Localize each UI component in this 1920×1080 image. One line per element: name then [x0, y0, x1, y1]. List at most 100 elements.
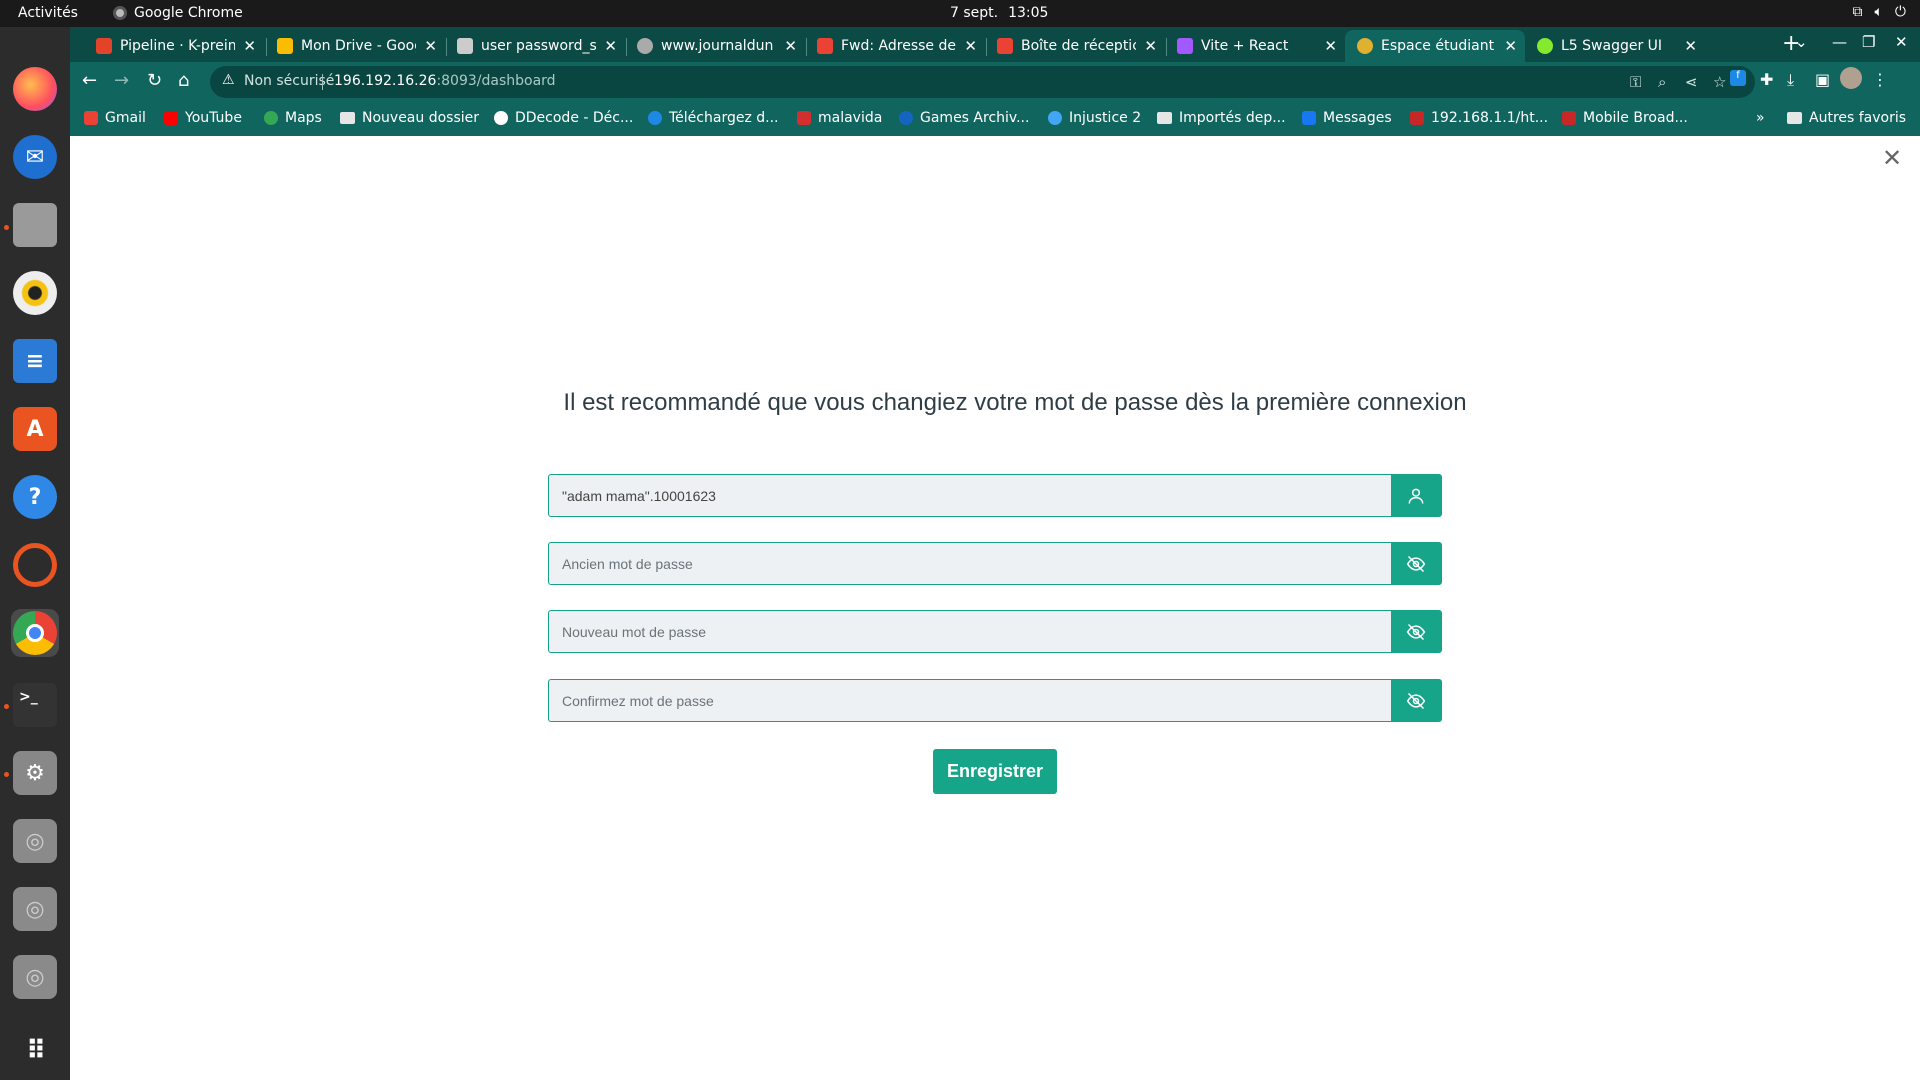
- huawei-icon: [1562, 111, 1576, 125]
- eye-off-icon[interactable]: [1391, 680, 1441, 721]
- bookmark-mobile-broadband[interactable]: Mobile Broad...: [1562, 110, 1688, 126]
- username-input[interactable]: [549, 475, 1391, 516]
- chrome-launcher[interactable]: [11, 609, 59, 657]
- ubuntu-launcher[interactable]: [11, 541, 59, 589]
- terminal-launcher[interactable]: >_: [11, 681, 59, 729]
- confirm-password-input[interactable]: [549, 680, 1391, 721]
- security-label[interactable]: Non sécurisé: [244, 73, 334, 89]
- help-launcher[interactable]: ?: [11, 473, 59, 521]
- bookmark-malavida[interactable]: malavida: [797, 110, 882, 126]
- tab-vite-react[interactable]: Vite + React ✕: [1165, 30, 1345, 62]
- bookmarks-overflow[interactable]: »: [1756, 110, 1765, 126]
- back-button[interactable]: ←: [82, 70, 97, 91]
- bookmark-importes[interactable]: Importés dep...: [1157, 110, 1286, 126]
- app-menu[interactable]: Google Chrome: [113, 5, 243, 21]
- bookmark-injustice[interactable]: Injustice 2: [1048, 110, 1141, 126]
- tab-boite-reception[interactable]: Boîte de réceptic ✕: [985, 30, 1165, 62]
- address-bar[interactable]: ⚠ Non sécurisé 196.192.16.26:8093/dashbo…: [210, 66, 1755, 98]
- bookmark-maps[interactable]: Maps: [264, 110, 322, 126]
- gmail-icon: [817, 38, 833, 54]
- bookmark-telechargez[interactable]: Téléchargez d...: [648, 110, 778, 126]
- extension-icon[interactable]: f: [1730, 70, 1746, 86]
- disk-launcher-2[interactable]: ◎: [11, 885, 59, 933]
- writer-launcher[interactable]: ≡: [11, 337, 59, 385]
- old-password-input[interactable]: [549, 543, 1391, 584]
- bookmark-messages[interactable]: Messages: [1302, 110, 1392, 126]
- tab-title: www.journaldun: [661, 38, 774, 54]
- close-icon[interactable]: ✕: [424, 37, 437, 55]
- close-icon[interactable]: ✕: [1144, 37, 1157, 55]
- close-window-button[interactable]: ✕: [1895, 33, 1908, 51]
- thunderbird-launcher[interactable]: ✉: [11, 133, 59, 181]
- firefox-launcher[interactable]: [11, 65, 59, 113]
- tab-fwd-adresse[interactable]: Fwd: Adresse de ✕: [805, 30, 985, 62]
- files-launcher[interactable]: [11, 201, 59, 249]
- menu-icon[interactable]: ⋮: [1872, 70, 1888, 89]
- tab-swagger[interactable]: L5 Swagger UI ✕: [1525, 30, 1705, 62]
- tab-user-password[interactable]: user password_s ✕: [445, 30, 625, 62]
- malavida-icon: [797, 111, 811, 125]
- warning-icon[interactable]: ⚠: [222, 72, 235, 88]
- key-icon[interactable]: ⚿: [1630, 73, 1641, 91]
- avatar[interactable]: [1840, 67, 1862, 89]
- bookmark-label: 192.168.1.1/ht...: [1431, 110, 1549, 126]
- tab-title: Mon Drive - Goog: [301, 38, 417, 54]
- bookmark-games-archive[interactable]: Games Archiv...: [899, 110, 1029, 126]
- close-icon[interactable]: ✕: [784, 37, 797, 55]
- bookmark-label: Maps: [285, 110, 322, 126]
- system-tray[interactable]: ⧉ 🔈︎ ⏻: [1853, 4, 1906, 20]
- disk-launcher-3[interactable]: ◎: [11, 953, 59, 1001]
- new-password-input[interactable]: [549, 611, 1391, 652]
- ddecode-icon: [494, 111, 508, 125]
- software-launcher[interactable]: A: [11, 405, 59, 453]
- tab-journaldunet[interactable]: www.journaldun ✕: [625, 30, 805, 62]
- puzzle-icon[interactable]: ✚: [1760, 70, 1773, 89]
- globe-icon: [637, 38, 653, 54]
- bookmark-gmail[interactable]: Gmail: [84, 110, 146, 126]
- close-icon[interactable]: ✕: [604, 37, 617, 55]
- reload-button[interactable]: ↻: [147, 70, 162, 91]
- eye-off-icon[interactable]: [1391, 543, 1441, 584]
- close-icon[interactable]: ✕: [964, 37, 977, 55]
- close-icon[interactable]: ✕: [1324, 37, 1337, 55]
- clock[interactable]: 7 sept. 13:05: [950, 5, 1048, 21]
- download-icon[interactable]: ⤓: [1787, 70, 1794, 90]
- rhythmbox-launcher[interactable]: [11, 269, 59, 317]
- side-panel-icon[interactable]: ▣: [1815, 70, 1830, 89]
- school-icon: [1357, 38, 1373, 54]
- tab-pipeline[interactable]: Pipeline · K-prein ✕: [84, 30, 264, 62]
- folder-icon: [340, 112, 355, 124]
- tab-drive[interactable]: Mon Drive - Goog ✕: [265, 30, 445, 62]
- disk-icon: ◎: [13, 887, 57, 931]
- activities-button[interactable]: Activités: [18, 5, 78, 21]
- other-bookmarks[interactable]: Autres favoris: [1787, 110, 1906, 126]
- disk-launcher-1[interactable]: ◎: [11, 817, 59, 865]
- bookmark-nouveau-dossier[interactable]: Nouveau dossier: [340, 110, 479, 126]
- close-icon[interactable]: ✕: [1504, 37, 1517, 55]
- zoom-icon[interactable]: ⌕: [1658, 73, 1666, 91]
- show-apps-button[interactable]: ⠿: [11, 1027, 59, 1075]
- close-icon[interactable]: ✕: [1882, 144, 1902, 172]
- help-icon: ?: [13, 475, 57, 519]
- share-icon[interactable]: ⋖: [1685, 73, 1698, 91]
- tab-search-button[interactable]: ⌄: [1795, 33, 1808, 51]
- home-button[interactable]: ⌂: [178, 70, 189, 91]
- gear-icon: ⚙: [13, 751, 57, 795]
- doc-icon: [457, 38, 473, 54]
- star-icon[interactable]: ☆: [1713, 73, 1726, 91]
- tab-title: L5 Swagger UI: [1561, 38, 1663, 54]
- forward-button[interactable]: →: [114, 70, 129, 91]
- tab-espace-etudiant[interactable]: Espace étudiant ✕: [1345, 30, 1525, 62]
- vite-icon: [1177, 38, 1193, 54]
- settings-launcher[interactable]: ⚙: [11, 749, 59, 797]
- bookmark-router[interactable]: 192.168.1.1/ht...: [1410, 110, 1548, 126]
- close-icon[interactable]: ✕: [243, 37, 256, 55]
- bookmark-ddecode[interactable]: DDecode - Déc...: [494, 110, 633, 126]
- save-button[interactable]: Enregistrer: [933, 749, 1057, 794]
- close-icon[interactable]: ✕: [1684, 37, 1697, 55]
- url-text[interactable]: 196.192.16.26:8093/dashboard: [334, 73, 556, 89]
- maximize-button[interactable]: ❐: [1862, 33, 1875, 51]
- bookmark-youtube[interactable]: YouTube: [164, 110, 242, 126]
- minimize-button[interactable]: —: [1832, 33, 1847, 51]
- eye-off-icon[interactable]: [1391, 611, 1441, 652]
